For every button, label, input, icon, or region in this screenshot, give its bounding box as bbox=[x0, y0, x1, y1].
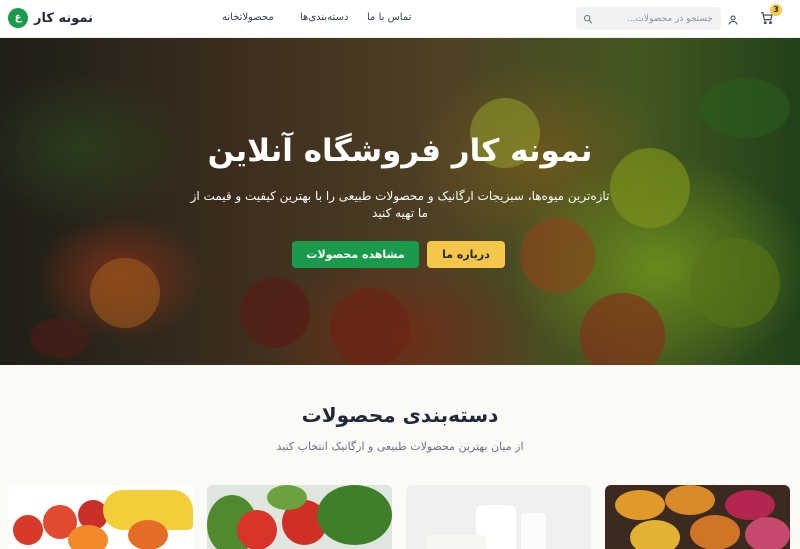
category-card-vegetables[interactable] bbox=[207, 485, 392, 549]
nav-categories[interactable]: دسته‌بندی‌ها bbox=[300, 12, 348, 23]
search-input[interactable] bbox=[593, 13, 713, 24]
hero-title: نمونه کار فروشگاه آنلاین bbox=[207, 133, 593, 169]
category-card-fruits[interactable] bbox=[8, 485, 193, 549]
categories-subtitle: از میان بهترین محصولات طبیعی و ارگانیک ا… bbox=[276, 440, 524, 453]
hero-subtitle: تازه‌ترین میوه‌ها، سبزیجات ارگانیک و محص… bbox=[190, 189, 610, 220]
search-icon bbox=[583, 14, 593, 23]
cart-count-badge: 3 bbox=[770, 4, 782, 16]
brand[interactable]: ع نمونه کار bbox=[8, 8, 93, 28]
nav-home[interactable]: خانه bbox=[222, 12, 240, 23]
logo: ع bbox=[8, 8, 28, 28]
nav-contact[interactable]: تماس با ما bbox=[367, 12, 411, 23]
category-card-spices[interactable] bbox=[605, 485, 790, 549]
brand-name: نمونه کار bbox=[34, 10, 93, 26]
nav-products-home[interactable]: محصولاتخانه bbox=[222, 12, 274, 23]
about-us-button[interactable]: درباره ما bbox=[427, 241, 505, 268]
site-header: 3 تماس با ما دسته‌بندی‌ها محصولاتخانه ع … bbox=[0, 0, 800, 38]
categories-title: دسته‌بندی محصولات bbox=[301, 403, 499, 427]
nav-products[interactable]: محصولات bbox=[240, 12, 274, 23]
search-box[interactable] bbox=[576, 7, 721, 30]
category-card-dairy[interactable] bbox=[406, 485, 591, 549]
user-icon[interactable] bbox=[727, 11, 741, 25]
view-products-button[interactable]: مشاهده محصولات bbox=[292, 241, 419, 268]
hero-banner: نمونه کار فروشگاه آنلاین تازه‌ترین میوه‌… bbox=[0, 38, 800, 365]
